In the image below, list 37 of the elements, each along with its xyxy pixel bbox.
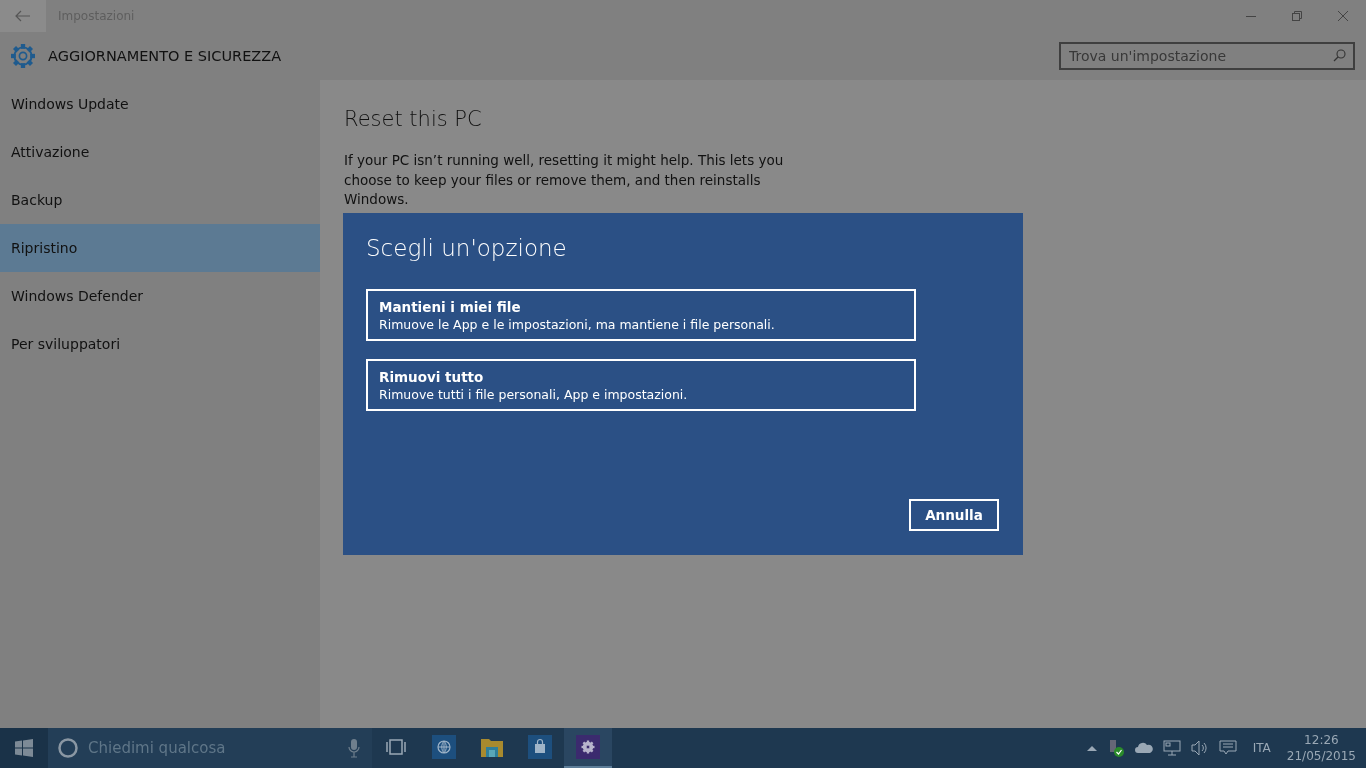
windows-logo-icon	[15, 739, 33, 757]
sidebar-item[interactable]: Windows Defender	[0, 272, 320, 320]
folder-icon	[481, 737, 503, 757]
speaker-icon[interactable]	[1190, 740, 1209, 756]
section-title: AGGIORNAMENTO E SICUREZZA	[48, 48, 283, 64]
sidebar-item[interactable]: Attivazione	[0, 128, 320, 176]
network-icon[interactable]	[1162, 740, 1181, 756]
dialog-title: Scegli un'opzione	[366, 235, 568, 261]
shopping-bag-icon	[528, 735, 552, 759]
restore-icon	[1292, 11, 1302, 21]
search-field[interactable]: Trova un'impostazione	[1059, 42, 1355, 70]
sidebar-item[interactable]: Backup	[0, 176, 320, 224]
circle-icon	[57, 737, 79, 759]
sidebar-item[interactable]: Ripristino	[0, 224, 320, 272]
notification-icon[interactable]	[1218, 740, 1237, 756]
search-icon	[1333, 49, 1346, 62]
close-icon	[1338, 11, 1348, 21]
task-view-icon	[386, 739, 406, 755]
cancel-button[interactable]: Annulla	[909, 499, 999, 531]
globe-icon	[432, 735, 456, 759]
caret-up-icon[interactable]	[1086, 745, 1097, 751]
option-button[interactable]: Rimuovi tutto Rimuove tutti i file personali, App e impostazioni.	[366, 359, 916, 411]
sidebar-item[interactable]: Windows Update	[0, 80, 320, 128]
page-title: Reset this PC	[344, 107, 483, 131]
option-button[interactable]: Mantieni i miei file Rimuove le App e le impostazioni, ma mantiene i file personali.	[366, 289, 916, 341]
cloud-icon[interactable]	[1134, 742, 1153, 754]
start-button[interactable]	[0, 728, 48, 768]
taskbar-app-button[interactable]	[564, 728, 612, 768]
sidebar-item[interactable]: Per sviluppatori	[0, 320, 320, 368]
clock[interactable]: 12:26 21/05/2015	[1286, 732, 1356, 764]
gear-icon	[576, 735, 600, 759]
taskbar-search-field[interactable]: Chiedimi qualcosa	[48, 728, 372, 768]
microphone-icon	[348, 738, 360, 758]
settings-icon	[10, 43, 36, 69]
description-text: If your PC isn’t running well, resetting it might help. This lets you choose to keep your files or remove them, and then reinstalls Windows.	[344, 151, 784, 209]
language-indicator[interactable]: ITA	[1252, 741, 1271, 755]
back-arrow-icon	[15, 10, 31, 22]
